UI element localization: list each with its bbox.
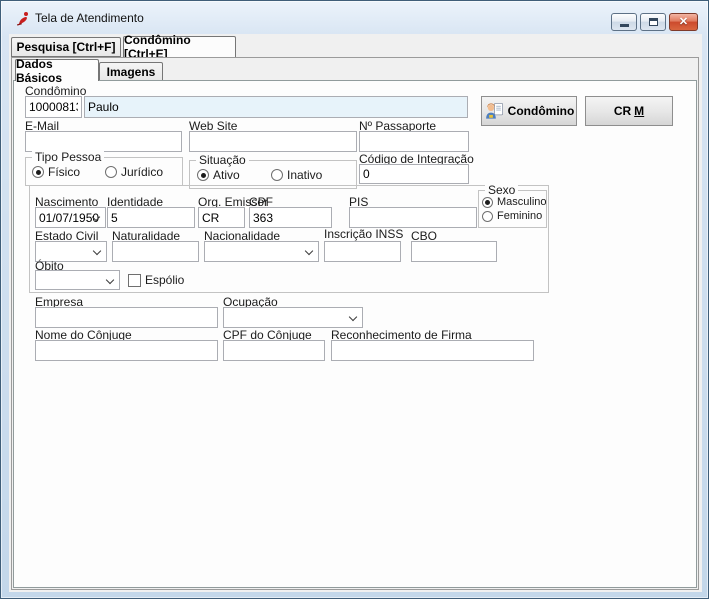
espolio-checkbox-icon [128, 274, 141, 287]
crm-button-accel: M [634, 104, 644, 118]
reconhecimento-firma-input[interactable] [331, 340, 534, 361]
situacao-group-label: Situação [196, 153, 249, 167]
inscricao-inss-input[interactable] [324, 241, 401, 262]
tab-pesquisa-label: Pesquisa [Ctrl+F] [16, 40, 115, 54]
condomino-code-input[interactable] [25, 96, 82, 118]
condomino-button-label: Condômino [508, 104, 575, 118]
radio-feminino-label: Feminino [497, 210, 542, 222]
maximize-button[interactable] [640, 13, 666, 31]
radio-fisico-icon [32, 166, 44, 178]
obito-combobox[interactable] [35, 270, 120, 290]
naturalidade-input[interactable] [112, 241, 199, 262]
radio-juridico-icon [105, 166, 117, 178]
condomino-button[interactable]: Condômino [481, 96, 577, 126]
passaporte-input[interactable] [359, 131, 469, 152]
tab-imagens-label: Imagens [107, 65, 156, 79]
tab-condomino[interactable]: Condômino [Ctrl+E] [123, 36, 236, 58]
email-input[interactable] [25, 131, 182, 152]
nascimento-combobox[interactable]: 01/07/1950 [35, 207, 106, 228]
website-input[interactable] [189, 131, 357, 152]
crm-button-label: CR [614, 104, 631, 118]
chevron-down-icon [349, 313, 357, 321]
minimize-button[interactable] [611, 13, 637, 31]
chevron-down-icon [106, 276, 114, 284]
espolio-checkbox[interactable]: Espólio [128, 273, 184, 287]
radio-juridico[interactable]: Jurídico [105, 165, 163, 179]
close-icon: ✕ [679, 17, 688, 28]
radio-ativo-icon [197, 169, 209, 181]
radio-inativo-label: Inativo [287, 168, 322, 182]
crm-button[interactable]: CRM [585, 96, 673, 126]
chevron-down-icon [305, 247, 313, 255]
radio-fisico-label: Físico [48, 165, 80, 179]
cbo-input[interactable] [411, 241, 497, 262]
espolio-label: Espólio [145, 273, 184, 287]
tab-dados-basicos[interactable]: Dados Básicos [15, 59, 99, 81]
radio-inativo-icon [271, 169, 283, 181]
window-title: Tela de Atendimento [35, 11, 144, 25]
sexo-group-label: Sexo [485, 183, 518, 197]
radio-inativo[interactable]: Inativo [271, 168, 322, 182]
titlebar: Tela de Atendimento ✕ [2, 2, 707, 34]
ocupacao-combobox[interactable] [223, 307, 363, 328]
radio-ativo[interactable]: Ativo [197, 168, 240, 182]
chevron-down-icon [93, 247, 101, 255]
maximize-icon [649, 18, 658, 26]
radio-juridico-label: Jurídico [121, 165, 163, 179]
radio-ativo-label: Ativo [213, 168, 240, 182]
radio-feminino-icon [482, 211, 493, 222]
empresa-input[interactable] [35, 307, 218, 328]
radio-feminino[interactable]: Feminino [482, 210, 542, 222]
cpf-conjuge-input[interactable] [223, 340, 325, 361]
person-icon [484, 101, 505, 122]
cpf-input[interactable] [249, 207, 332, 228]
app-icon [16, 11, 31, 26]
nome-conjuge-input[interactable] [35, 340, 218, 361]
pis-input[interactable] [349, 207, 477, 228]
identidade-input[interactable] [107, 207, 195, 228]
nascimento-value: 01/07/1950 [39, 211, 99, 225]
radio-masculino-icon [482, 197, 493, 208]
tipo-pessoa-group-label: Tipo Pessoa [32, 150, 104, 164]
tab-dados-basicos-label: Dados Básicos [16, 57, 98, 85]
inscricao-inss-label: Inscrição INSS [324, 227, 403, 241]
tab-imagens[interactable]: Imagens [99, 62, 163, 81]
radio-masculino-label: Masculino [497, 196, 547, 208]
codigo-integracao-input[interactable] [359, 164, 469, 184]
condomino-name-input[interactable] [84, 96, 468, 118]
nacionalidade-combobox[interactable] [204, 241, 319, 262]
window: Tela de Atendimento ✕ Pesquisa [Ctrl+F] … [0, 0, 709, 599]
org-emissor-input[interactable] [198, 207, 245, 228]
close-button[interactable]: ✕ [669, 13, 698, 31]
radio-masculino[interactable]: Masculino [482, 196, 547, 208]
minimize-icon [620, 24, 629, 27]
tab-pesquisa[interactable]: Pesquisa [Ctrl+F] [11, 37, 121, 57]
radio-fisico[interactable]: Físico [32, 165, 80, 179]
